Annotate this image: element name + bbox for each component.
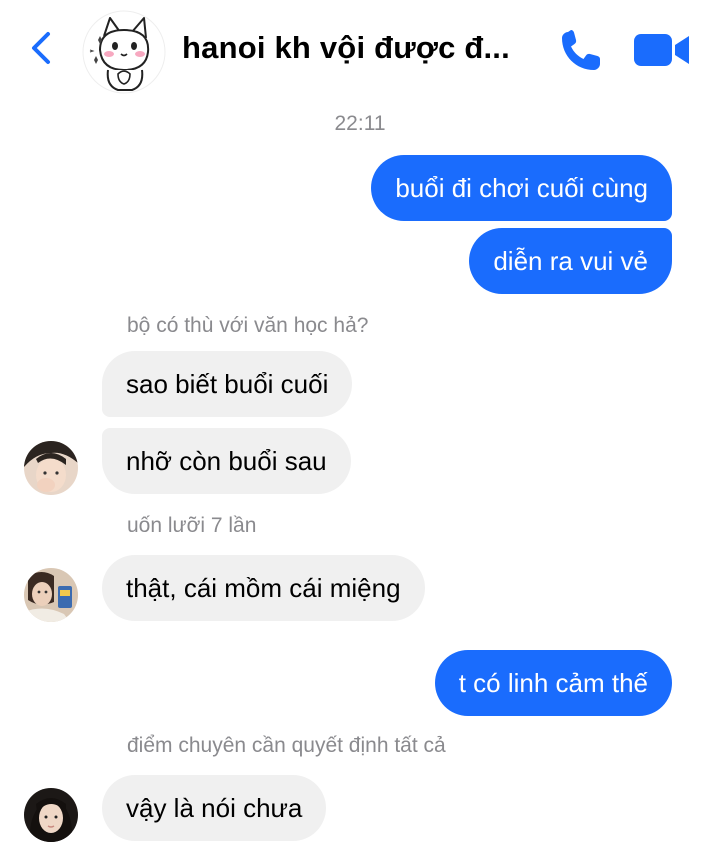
- incoming-message-bubble[interactable]: nhỡ còn buổi sau: [102, 428, 351, 494]
- user-avatar-icon: [24, 441, 78, 495]
- reply-reference-label[interactable]: điểm chuyên cần quyết định tất cả: [127, 734, 446, 758]
- reply-reference-label[interactable]: bộ có thù với văn học hả?: [127, 314, 368, 338]
- voice-call-button[interactable]: [556, 26, 606, 74]
- incoming-message-bubble[interactable]: sao biết buổi cuối: [102, 351, 353, 417]
- back-button[interactable]: [26, 26, 60, 70]
- message-timestamp: 22:11: [334, 112, 386, 135]
- phone-icon: [562, 30, 600, 70]
- reply-reference-label[interactable]: uốn lưỡi 7 lần: [127, 514, 256, 538]
- group-avatar[interactable]: [82, 10, 166, 94]
- chevron-left-icon: [32, 32, 50, 64]
- chat-title[interactable]: hanoi kh vội được đ...: [182, 30, 542, 66]
- incoming-message-bubble[interactable]: thật, cái mồm cái miệng: [102, 555, 425, 621]
- video-call-button[interactable]: [632, 30, 692, 70]
- cat-sticker-avatar: [82, 10, 166, 94]
- sender-avatar[interactable]: [24, 568, 78, 622]
- outgoing-message-bubble[interactable]: t có linh cảm thế: [434, 650, 672, 716]
- sender-avatar[interactable]: [24, 788, 78, 842]
- video-camera-icon: [634, 34, 689, 66]
- outgoing-message-bubble[interactable]: diễn ra vui vẻ: [469, 228, 672, 294]
- user-avatar-icon: [24, 788, 78, 842]
- user-avatar-icon: [24, 568, 78, 622]
- incoming-message-bubble[interactable]: vậy là nói chưa: [102, 775, 327, 841]
- chat-header: hanoi kh vội được đ...: [0, 0, 720, 100]
- sender-avatar[interactable]: [24, 441, 78, 495]
- outgoing-message-bubble[interactable]: buổi đi chơi cuối cùng: [371, 155, 672, 221]
